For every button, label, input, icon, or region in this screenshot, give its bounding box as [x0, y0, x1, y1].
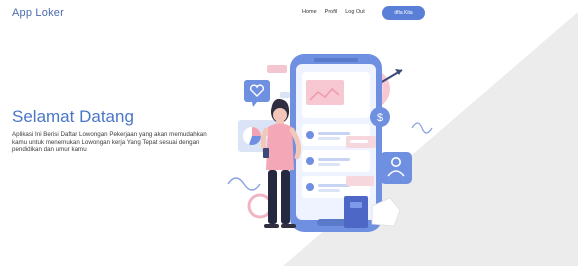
nav-links: Home Profil Log Out	[302, 9, 373, 15]
heart-icon	[244, 80, 270, 107]
dollar-icon: $	[370, 107, 390, 127]
nav-cta-button[interactable]: dfta Kita	[382, 6, 425, 20]
hero-title: Selamat Datang	[12, 107, 134, 126]
nav-link-profil[interactable]: Profil	[325, 9, 338, 15]
nav-link-logout[interactable]: Log Out	[345, 9, 365, 15]
svg-text:$: $	[377, 112, 383, 124]
hero-illustration: $	[227, 54, 433, 232]
nav-link-home[interactable]: Home	[302, 9, 317, 15]
page: App Loker Home Profil Log Out dfta Kita …	[0, 0, 578, 266]
navbar: App Loker Home Profil Log Out dfta Kita	[0, 0, 578, 26]
brand-logo[interactable]: App Loker	[12, 7, 64, 19]
hero-description: Aplikasi Ini Berisi Daftar Lowongan Peke…	[12, 131, 207, 154]
user-icon	[380, 152, 412, 184]
